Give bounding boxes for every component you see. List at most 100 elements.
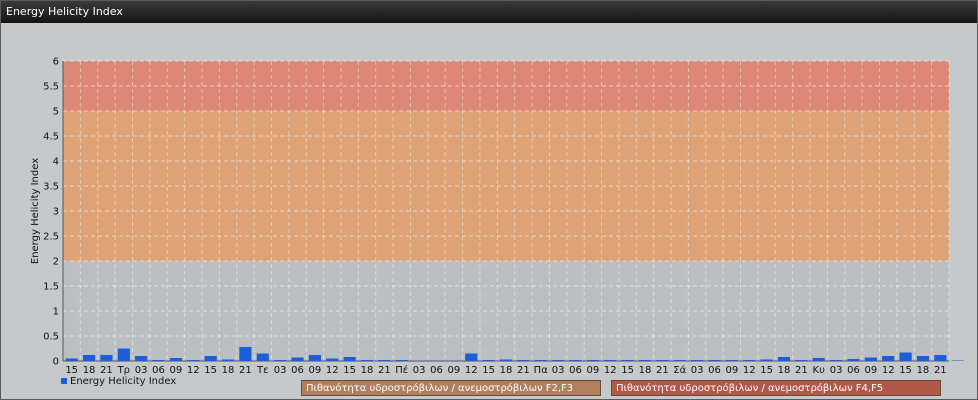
x-tick-label: Τρ	[117, 365, 130, 376]
bar	[430, 360, 443, 361]
bar	[65, 358, 78, 361]
bar	[204, 356, 217, 361]
y-tick-label: 1	[53, 307, 59, 318]
x-tick-label: 06	[569, 365, 582, 376]
zone-label-f2-f3: Πιθανότητα υδροστρόβιλων / ανεμοστρόβιλω…	[301, 380, 601, 396]
x-tick-label: 15	[482, 365, 495, 376]
y-tick-label: 0.5	[43, 332, 59, 343]
x-tick-label: 15	[760, 365, 773, 376]
bar	[534, 360, 547, 361]
x-tick-label: 12	[743, 365, 756, 376]
bar	[951, 360, 964, 361]
y-tick-label: 1.5	[43, 282, 59, 293]
bar	[221, 359, 235, 361]
bar	[656, 360, 669, 361]
x-tick-label: 18	[83, 365, 96, 376]
x-tick-label: 21	[378, 365, 391, 376]
x-tick-label: 09	[586, 365, 599, 376]
x-tick-label: 12	[882, 365, 895, 376]
x-tick-label: Κυ	[813, 365, 826, 376]
bar	[795, 360, 808, 361]
bar	[499, 359, 513, 361]
x-tick-label: 18	[639, 365, 652, 376]
bar	[395, 360, 408, 361]
x-tick-label: 21	[100, 365, 113, 376]
x-tick-label: 06	[152, 365, 165, 376]
x-tick-label: 18	[361, 365, 374, 376]
bar	[465, 353, 478, 361]
bar	[829, 360, 843, 361]
x-tick-label: 18	[500, 365, 513, 376]
bar	[447, 360, 460, 361]
x-tick-label: 21	[517, 365, 530, 376]
bar	[274, 360, 287, 361]
bar	[916, 356, 930, 361]
x-tick-label: 03	[830, 365, 843, 376]
widget-title: Energy Helicity Index	[1, 1, 977, 23]
bar	[638, 360, 652, 361]
x-tick-label: Τε	[256, 365, 269, 376]
bar	[621, 360, 634, 361]
bar	[934, 355, 947, 361]
x-tick-label: 15	[65, 365, 78, 376]
bar	[343, 357, 356, 361]
bar	[239, 347, 252, 361]
bar	[882, 356, 895, 361]
x-tick-label: 18	[222, 365, 235, 376]
y-tick-label: 2	[53, 257, 59, 268]
bar	[256, 353, 269, 361]
bar	[117, 348, 130, 361]
bar	[586, 360, 599, 361]
x-tick-label: 12	[187, 365, 200, 376]
x-tick-label: 03	[691, 365, 704, 376]
x-tick-label: 06	[291, 365, 304, 376]
x-tick-label: 15	[204, 365, 217, 376]
bar	[326, 358, 339, 361]
bar	[100, 355, 113, 361]
x-tick-label: 18	[917, 365, 930, 376]
x-tick-label: 03	[135, 365, 148, 376]
bar	[743, 360, 756, 361]
x-tick-label: 15	[343, 365, 356, 376]
x-tick-label: 06	[847, 365, 860, 376]
bar	[847, 359, 860, 361]
x-tick-label: 03	[413, 365, 426, 376]
x-tick-label: 21	[239, 365, 252, 376]
x-tick-label: 21	[934, 365, 947, 376]
bar	[517, 360, 530, 361]
bar	[482, 360, 495, 361]
bar	[708, 360, 721, 361]
bar	[777, 357, 791, 361]
bar	[725, 360, 738, 361]
x-tick-label: 03	[274, 365, 287, 376]
chart-widget: Energy Helicity Index 0 0.5 1 1.5 2 2.5 3 3.5 4 4…	[0, 0, 978, 400]
bar	[82, 355, 96, 361]
x-tick-label: Πέ	[395, 364, 408, 376]
bar	[187, 360, 200, 361]
y-axis-title: Energy Helicity Index	[30, 158, 41, 264]
bar	[360, 360, 374, 361]
bar	[691, 360, 704, 361]
x-tick-label: 06	[708, 365, 721, 376]
x-tick-label: Σά	[673, 364, 686, 376]
x-tick-label: 15	[621, 365, 634, 376]
bar	[291, 357, 304, 361]
bar	[812, 358, 825, 361]
x-tick-label: 18	[778, 365, 791, 376]
x-tick-label: 03	[552, 365, 565, 376]
bar	[760, 359, 773, 361]
zone-label-f4-f5: Πιθανότητα υδροστρόβιλων / ανεμοστρόβιλω…	[611, 380, 941, 396]
x-tick-label: 21	[656, 365, 669, 376]
legend-swatch	[61, 378, 67, 384]
y-tick-label: 3.5	[43, 182, 59, 193]
x-tick-label: 15	[899, 365, 912, 376]
y-tick-label: 3	[53, 207, 59, 218]
helicity-chart: 0 0.5 1 1.5 2 2.5 3 3.5 4 4.5 5 5.5 6 15 18 21 Τρ 03 06 09 1…	[30, 57, 964, 376]
bar	[673, 360, 686, 361]
y-tick-label: 4	[53, 157, 59, 168]
bar	[135, 356, 148, 361]
bar	[152, 360, 165, 361]
x-tick-label: 09	[864, 365, 877, 376]
x-tick-label: 12	[604, 365, 617, 376]
x-tick-label: 09	[725, 365, 738, 376]
